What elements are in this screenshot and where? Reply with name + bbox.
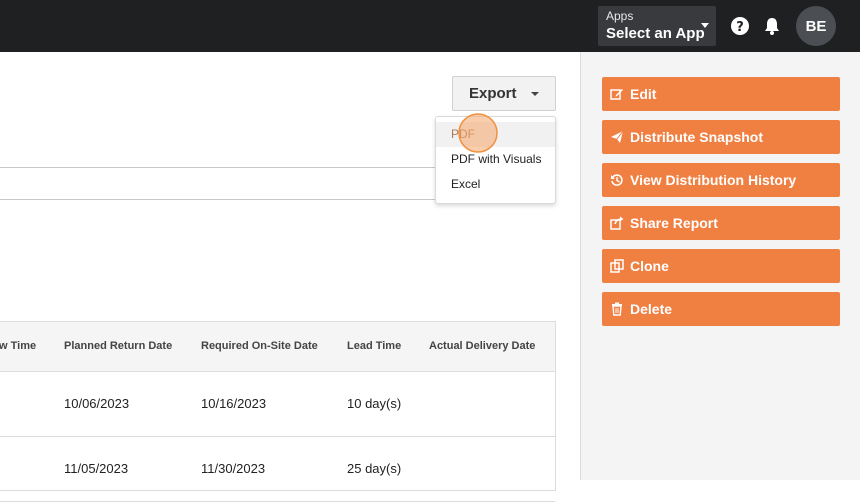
svg-text:?: ? xyxy=(736,20,744,35)
history-icon xyxy=(611,174,623,186)
export-button-label: Export xyxy=(469,85,517,102)
main-content: Export PDF PDF with Visuals Excel w Time… xyxy=(0,52,580,502)
top-navigation-bar: Apps Select an App ? BE xyxy=(0,0,860,52)
avatar[interactable]: BE xyxy=(796,6,836,46)
column-header[interactable]: Lead Time xyxy=(347,340,401,352)
menu-item-pdf[interactable]: PDF xyxy=(436,122,555,147)
table-cell: 10/16/2023 xyxy=(201,396,267,411)
delete-button[interactable]: Delete xyxy=(602,292,840,326)
table-cell: 11/05/2023 xyxy=(64,461,129,476)
menu-item-excel[interactable]: Excel xyxy=(436,172,555,197)
edit-icon xyxy=(610,89,623,100)
table-cell: 11/30/2023 xyxy=(201,461,266,476)
share-report-label: Share Report xyxy=(630,215,718,231)
app-selector-value: Select an App xyxy=(606,25,705,42)
table-cell: 10/06/2023 xyxy=(64,396,130,411)
view-distribution-history-button[interactable]: View Distribution History xyxy=(602,163,840,197)
menu-item-pdf-with-visuals[interactable]: PDF with Visuals xyxy=(436,147,555,172)
table-row[interactable]: 11/05/2023 11/30/2023 25 day(s) xyxy=(0,437,555,502)
app-selector[interactable]: Apps Select an App xyxy=(598,6,716,46)
table-header: w Time Planned Return Date Required On-S… xyxy=(0,322,555,372)
table-cell: 25 day(s) xyxy=(347,461,402,476)
export-button[interactable]: Export xyxy=(452,76,556,111)
column-header[interactable]: w Time xyxy=(0,340,36,352)
share-icon xyxy=(610,216,624,230)
chevron-down-icon xyxy=(701,23,709,28)
paper-plane-icon xyxy=(611,130,624,143)
share-report-button[interactable]: Share Report xyxy=(602,206,840,240)
edit-button-label: Edit xyxy=(630,86,657,102)
trash-icon xyxy=(612,302,622,316)
edit-button[interactable]: Edit xyxy=(602,77,840,111)
clone-label: Clone xyxy=(630,258,669,274)
distribute-snapshot-label: Distribute Snapshot xyxy=(630,129,764,145)
clone-icon xyxy=(610,259,624,273)
column-header[interactable]: Actual Delivery Date xyxy=(429,340,535,352)
table-row[interactable]: 10/06/2023 10/16/2023 10 day(s) xyxy=(0,372,555,437)
distribute-snapshot-button[interactable]: Distribute Snapshot xyxy=(602,120,840,154)
view-distribution-history-label: View Distribution History xyxy=(630,172,797,188)
delete-label: Delete xyxy=(630,301,673,317)
data-table: w Time Planned Return Date Required On-S… xyxy=(0,321,556,502)
app-selector-label: Apps xyxy=(606,9,634,23)
column-header[interactable]: Required On-Site Date xyxy=(201,340,318,352)
help-icon[interactable]: ? xyxy=(730,16,750,36)
chevron-down-icon xyxy=(531,92,539,96)
actions-sidebar: Edit Distribute Snapshot View Distributi… xyxy=(580,52,860,480)
column-header[interactable]: Planned Return Date xyxy=(64,340,172,352)
export-dropdown-menu: PDF PDF with Visuals Excel xyxy=(435,116,556,204)
clone-button[interactable]: Clone xyxy=(602,249,840,283)
table-cell: 10 day(s) xyxy=(347,396,402,411)
bell-icon[interactable] xyxy=(762,16,782,36)
